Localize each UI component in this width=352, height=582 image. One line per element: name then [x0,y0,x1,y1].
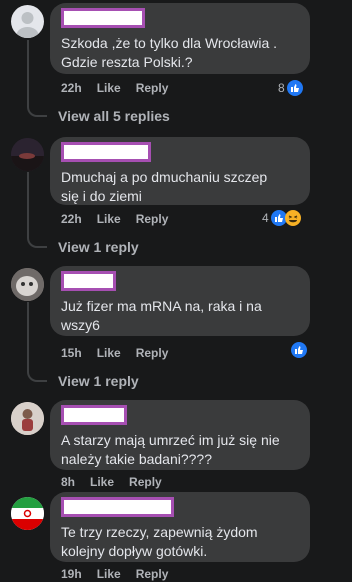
comment-text: Już fizer ma mRNA na, raka i na wszy6 [61,298,262,333]
haha-reaction-icon [284,210,301,226]
reply-button[interactable]: Reply [129,475,162,489]
comment-actions: 22h Like Reply [61,212,183,226]
like-button[interactable]: Like [97,81,121,95]
comment-text: Dmuchaj a po dmuchaniu szczep się i do z… [61,169,268,204]
like-button[interactable]: Like [90,475,114,489]
view-replies-link[interactable]: View 1 reply [58,373,139,389]
comment-text: Te trzy rzeczy, zapewnią żydom kolejny d… [61,524,258,559]
view-replies-link[interactable]: View all 5 replies [58,108,170,124]
redacted-name [61,405,127,425]
reactions[interactable] [291,342,307,358]
reactions[interactable]: 4 [262,210,301,226]
like-button[interactable]: Like [97,567,121,581]
comment-actions: 19h Like Reply [61,567,183,581]
thread-line [27,40,47,117]
comment-bubble: Szkoda ,że to tylko dla Wrocławia . Gdzi… [50,3,310,74]
comment-actions: 8h Like Reply [61,475,177,489]
like-button[interactable]: Like [97,212,121,226]
thread-line [27,302,47,382]
avatar[interactable] [11,268,44,301]
like-button[interactable]: Like [97,346,121,360]
redacted-name [61,497,174,517]
timestamp[interactable]: 15h [61,346,82,360]
avatar[interactable] [11,5,44,38]
avatar[interactable] [11,497,44,530]
reply-button[interactable]: Reply [136,567,169,581]
timestamp[interactable]: 8h [61,475,75,489]
reactions[interactable]: 8 [278,80,303,96]
comment-actions: 15h Like Reply [61,346,183,360]
reaction-count: 8 [278,81,285,95]
comment-text: A starzy mają umrzeć im już się nie nale… [61,432,280,467]
timestamp[interactable]: 22h [61,212,82,226]
like-reaction-icon [291,342,307,358]
reply-button[interactable]: Reply [136,346,169,360]
comment-bubble: Już fizer ma mRNA na, raka i na wszy6 [50,266,310,336]
timestamp[interactable]: 19h [61,567,82,581]
avatar[interactable] [11,402,44,435]
redacted-name [61,142,151,162]
comment-bubble: A starzy mają umrzeć im już się nie nale… [50,400,310,470]
comment-bubble: Te trzy rzeczy, zapewnią żydom kolejny d… [50,492,310,562]
reply-button[interactable]: Reply [136,212,169,226]
redacted-name [61,271,116,291]
redacted-name [61,8,145,28]
reaction-count: 4 [262,211,269,225]
comment-bubble: Dmuchaj a po dmuchaniu szczep się i do z… [50,137,310,205]
timestamp[interactable]: 22h [61,81,82,95]
comment-text: Szkoda ,że to tylko dla Wrocławia . Gdzi… [61,35,278,70]
view-replies-link[interactable]: View 1 reply [58,239,139,255]
avatar[interactable] [11,138,44,171]
like-reaction-icon [286,80,303,96]
comment-actions: 22h Like Reply [61,81,183,95]
reply-button[interactable]: Reply [136,81,169,95]
thread-line [27,172,47,248]
